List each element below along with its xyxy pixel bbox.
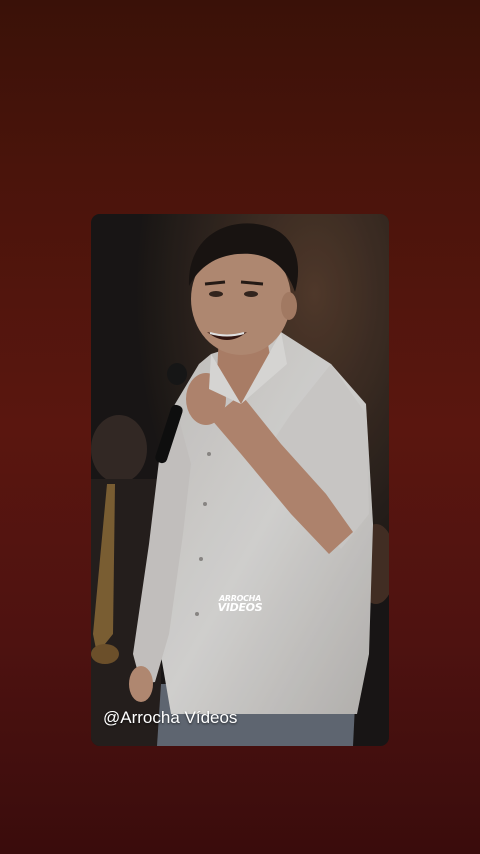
arrocha-videos-logo: ARROCHA VIDEOS	[203, 594, 277, 614]
story-video-card[interactable]: ARROCHA VIDEOS @Arrocha Vídeos	[91, 214, 389, 746]
singer-photo	[91, 214, 389, 746]
logo-line-videos: VIDEOS	[217, 601, 263, 614]
creator-handle[interactable]: @Arrocha Vídeos	[103, 708, 237, 728]
